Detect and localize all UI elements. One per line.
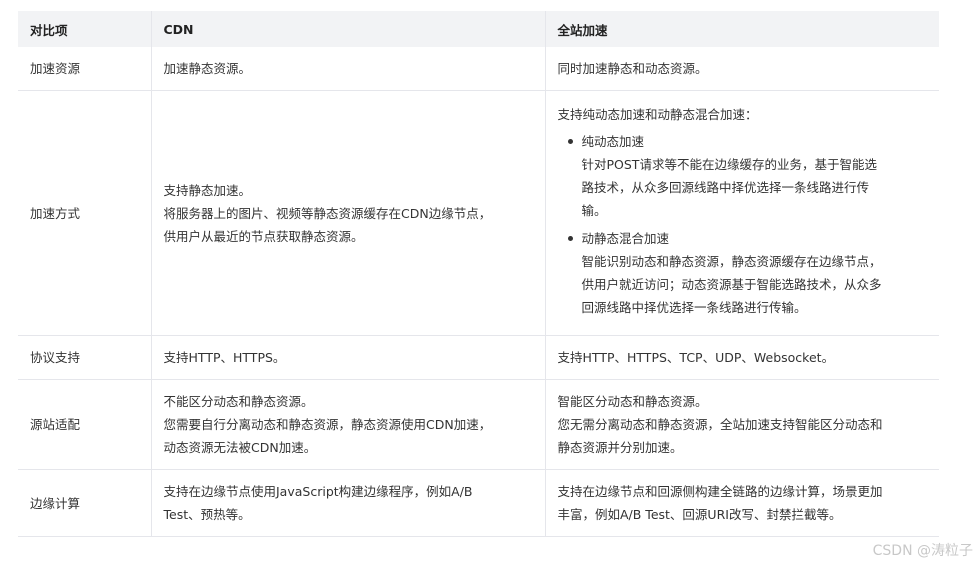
bullet-dot-icon (567, 138, 573, 144)
cell-cdn-origin: 不能区分动态和静态资源。 您需要自行分离动态和静态资源，静态资源使用CDN加速，… (151, 379, 546, 470)
cell-full-resources: 同时加速静态和动态资源。 (545, 47, 939, 91)
cell-line: 静态资源并分别加速。 (557, 440, 683, 455)
bullet-line: 针对POST请求等不能在边缘缓存的业务，基于智能选 (581, 156, 877, 172)
row-label-method: 加速方式 (18, 90, 152, 336)
table-row: 边缘计算 支持在边缘节点使用JavaScript构建边缘程序，例如A/B Tes… (18, 469, 939, 537)
bullet-dot-icon (567, 235, 573, 241)
cell-line: 支持静态加速。 (163, 182, 252, 198)
cell-line: 供用户从最近的节点获取静态资源。 (163, 228, 364, 244)
header-full-site-acceleration: 全站加速 (545, 11, 939, 47)
bullet-line: 输。 (581, 202, 607, 218)
cell-cdn-method: 支持静态加速。 将服务器上的图片、视频等静态资源缓存在CDN边缘节点， 供用户从… (151, 90, 546, 336)
watermark: CSDN @涛粒子 (872, 543, 973, 559)
bullet-title: 纯动态加速 (581, 133, 645, 149)
header-compare-item: 对比项 (18, 11, 152, 47)
cell-line: 不能区分动态和静态资源。 (163, 394, 314, 409)
table-row: 加速方式 支持静态加速。 将服务器上的图片、视频等静态资源缓存在CDN边缘节点，… (18, 90, 939, 336)
cell-line: 动态资源无法被CDN加速。 (163, 440, 317, 455)
cell-cdn-protocol: 支持HTTP、HTTPS。 (151, 335, 546, 380)
cell-full-protocol: 支持HTTP、HTTPS、TCP、UDP、Websocket。 (545, 335, 939, 380)
cell-full-method: 支持纯动态加速和动静态混合加速： 纯动态加速 针对POST请求等不能在边缘缓存的… (545, 90, 939, 336)
row-label-edge: 边缘计算 (18, 469, 152, 537)
cell-line: 支持在边缘节点使用JavaScript构建边缘程序，例如A/B (163, 484, 473, 499)
cell-line: 丰富，例如A/B Test、回源URI改写、封禁拦截等。 (557, 507, 842, 522)
bullet-line: 智能识别动态和静态资源，静态资源缓存在边缘节点， (581, 253, 882, 269)
list-item: 纯动态加速 针对POST请求等不能在边缘缓存的业务，基于智能选 路技术，从众多回… (567, 130, 928, 222)
cell-full-origin: 智能区分动态和静态资源。 您无需分离动态和静态资源，全站加速支持智能区分动态和 … (545, 379, 939, 470)
table-header-row: 对比项 CDN 全站加速 (18, 11, 939, 47)
cell-line: 您需要自行分离动态和静态资源，静态资源使用CDN加速， (163, 417, 492, 432)
cell-line: 将服务器上的图片、视频等静态资源缓存在CDN边缘节点， (163, 205, 492, 221)
cell-cdn-edge: 支持在边缘节点使用JavaScript构建边缘程序，例如A/B Test、预热等… (151, 469, 546, 537)
cell-cdn-resources: 加速静态资源。 (151, 47, 546, 91)
table-row: 加速资源 加速静态资源。 同时加速静态和动态资源。 (18, 47, 939, 91)
bullet-title: 动静态混合加速 (581, 230, 670, 246)
cell-full-edge: 支持在边缘节点和回源侧构建全链路的边缘计算，场景更加 丰富，例如A/B Test… (545, 469, 939, 537)
cell-line: 智能区分动态和静态资源。 (557, 394, 708, 409)
bullet-line: 路技术，从众多回源线路中择优选择一条线路进行传 (581, 179, 870, 195)
row-label-resources: 加速资源 (18, 47, 152, 91)
header-cdn: CDN (151, 11, 546, 47)
row-label-protocol: 协议支持 (18, 335, 152, 380)
row-label-origin: 源站适配 (18, 379, 152, 470)
bullet-line: 回源线路中择优选择一条线路进行传输。 (581, 299, 807, 315)
comparison-table: 对比项 CDN 全站加速 加速资源 加速静态资源。 同时加速静态和动态资源。 加… (18, 11, 939, 537)
table-row: 源站适配 不能区分动态和静态资源。 您需要自行分离动态和静态资源，静态资源使用C… (18, 379, 939, 470)
cell-line: 支持在边缘节点和回源侧构建全链路的边缘计算，场景更加 (557, 484, 883, 499)
bullet-line: 供用户就近访问；动态资源基于智能选路技术，从众多 (581, 276, 882, 292)
bullet-list: 纯动态加速 针对POST请求等不能在边缘缓存的业务，基于智能选 路技术，从众多回… (558, 130, 928, 319)
cell-intro: 支持纯动态加速和动静态混合加速： (557, 106, 758, 122)
cell-line: 您无需分离动态和静态资源，全站加速支持智能区分动态和 (557, 417, 883, 432)
table-row: 协议支持 支持HTTP、HTTPS。 支持HTTP、HTTPS、TCP、UDP、… (18, 335, 939, 380)
list-item: 动静态混合加速 智能识别动态和静态资源，静态资源缓存在边缘节点， 供用户就近访问… (567, 227, 928, 319)
cell-line: Test、预热等。 (163, 507, 251, 522)
